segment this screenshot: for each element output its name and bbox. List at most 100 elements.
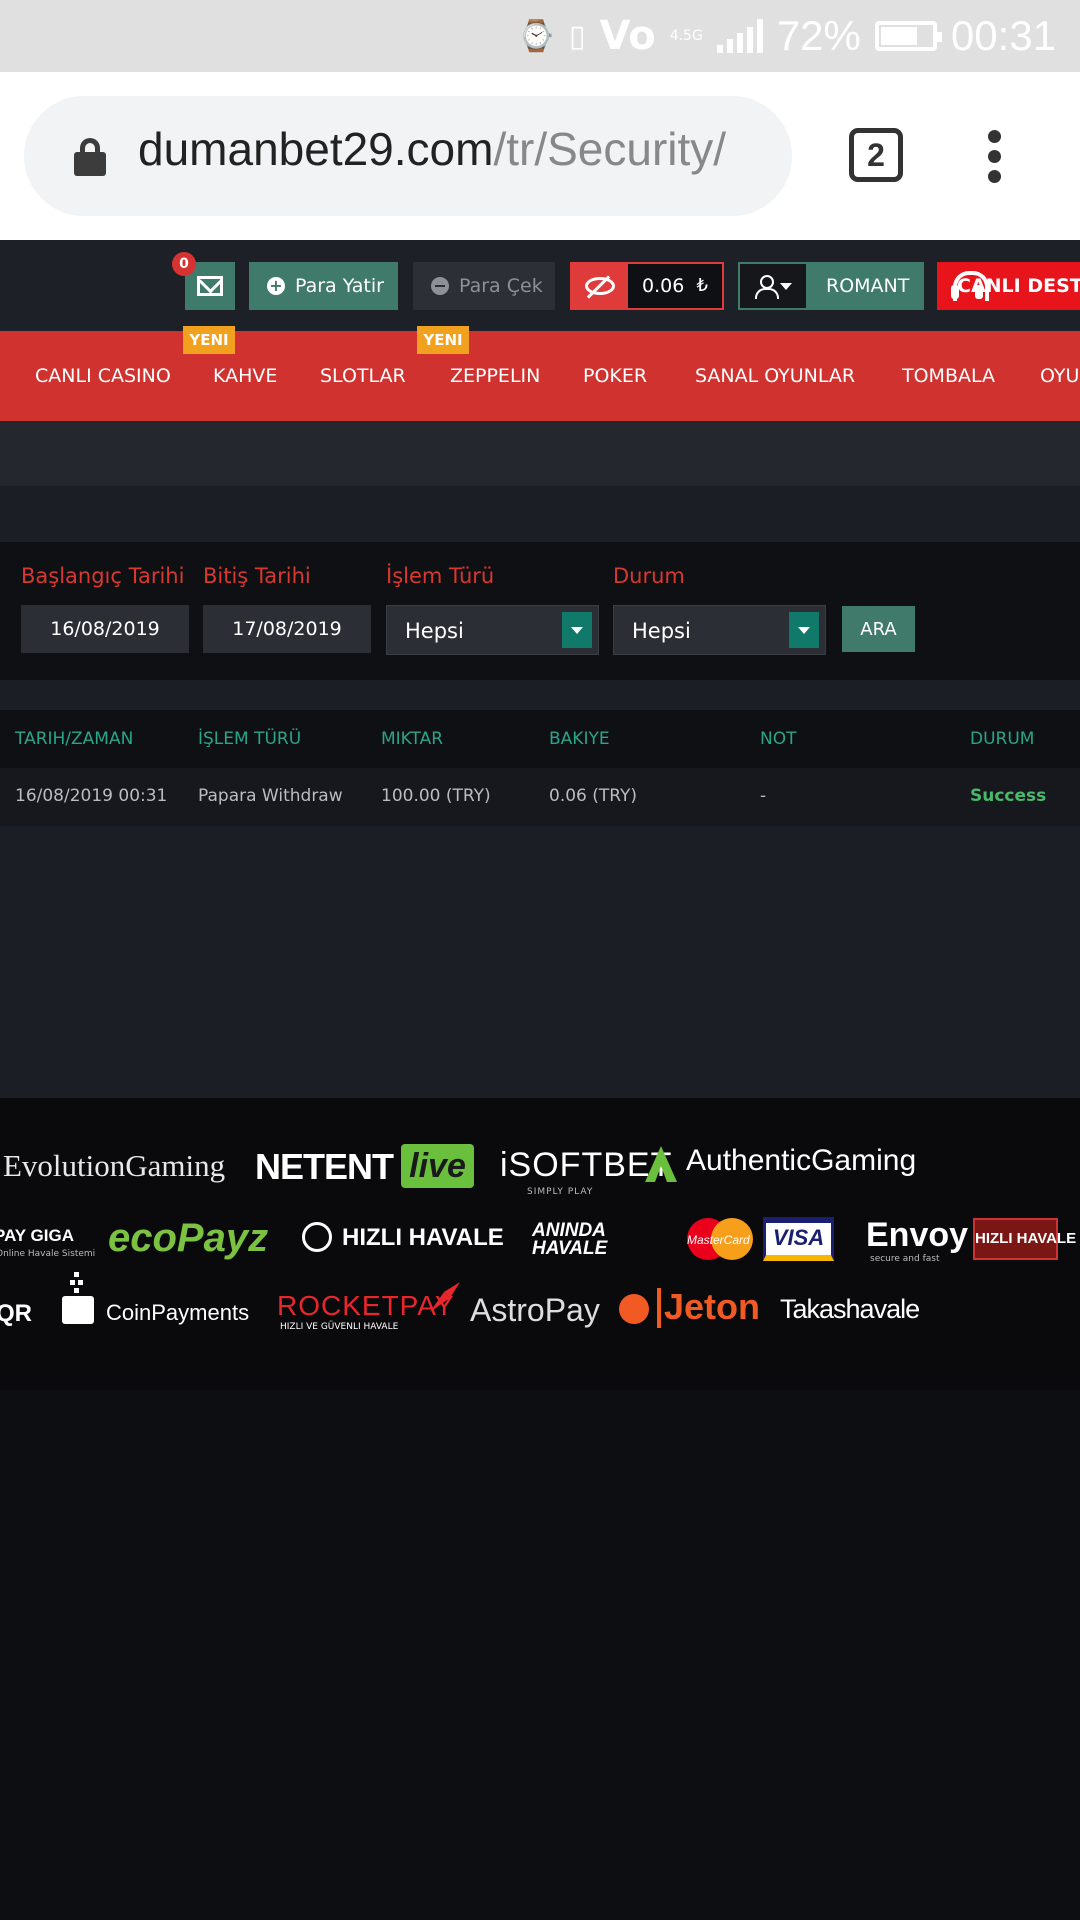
hide-balance-button[interactable]	[572, 264, 628, 308]
page-bottom	[0, 1390, 1080, 1920]
end-date-label: Bitiş Tarihi	[203, 564, 311, 588]
logo-jeton: Jeton	[664, 1286, 761, 1327]
tab-switcher-button[interactable]: 2	[849, 128, 903, 182]
column-header: MIKTAR	[381, 729, 444, 749]
logo-paygiga: PAY GIGA	[0, 1226, 74, 1245]
lock-icon	[74, 138, 106, 176]
withdraw-button[interactable]: Para Çek	[413, 262, 555, 310]
column-header: BAKIYE	[549, 729, 610, 749]
currency-symbol: ₺	[696, 275, 708, 296]
more-menu-icon[interactable]	[988, 130, 1002, 184]
battery-percent: 72%	[776, 12, 861, 59]
type-label: İşlem Türü	[386, 564, 495, 588]
logo-netent-live: live	[401, 1144, 474, 1188]
cell-balance: 0.06 (TRY)	[549, 786, 638, 806]
jeton-divider	[657, 1288, 661, 1328]
content-area	[0, 826, 1080, 1098]
cell-status: Success	[970, 786, 1047, 806]
logo-envoy: Envoy	[866, 1216, 969, 1254]
nav-item-kahve[interactable]: KAHVE	[213, 365, 277, 387]
minus-circle-icon	[431, 277, 449, 295]
search-button[interactable]: ARA	[842, 606, 915, 652]
logo-hizli-havale: HIZLI HAVALE	[342, 1224, 504, 1251]
alarm-icon: ⌚	[517, 18, 555, 54]
status-select-value: Hepsi	[632, 619, 691, 643]
logo-envoy-tagline: secure and fast	[870, 1254, 940, 1264]
globe-icon	[302, 1222, 332, 1252]
url-host: dumanbet29.com	[138, 123, 494, 175]
logo-paygiga-tagline: Online Havale Sistemi	[0, 1249, 96, 1259]
chevron-down-icon	[789, 612, 819, 648]
cell-type: Papara Withdraw	[198, 786, 343, 806]
nav-item-canli-casino[interactable]: CANLI CASINO	[35, 365, 171, 387]
site-header: 0 + Para Yatir Para Çek 0.06 ₺ ROMANT CA…	[0, 240, 1080, 331]
volte-icon: Vo	[599, 13, 656, 59]
address-bar[interactable]: dumanbet29.com/tr/Security/	[24, 96, 792, 216]
spacer-band	[0, 680, 1080, 710]
transaction-filter: Başlangıç Tarihi Bitiş Tarihi İşlem Türü…	[0, 542, 1080, 680]
logo-rocketpay-tagline: HIZLI VE GÜVENLI HAVALE	[280, 1322, 399, 1332]
nav-item-slotlar[interactable]: SLOTLAR	[320, 365, 406, 387]
balance-value: 0.06	[642, 275, 685, 297]
cell-note: -	[760, 786, 767, 806]
logo-takashavale: Takashavale	[780, 1294, 920, 1324]
caret-down-icon	[780, 282, 792, 290]
cell-datetime: 16/08/2019 00:31	[15, 786, 168, 806]
logo-ecopayz: ecoPayz	[108, 1216, 269, 1260]
nav-item-poker[interactable]: POKER	[583, 365, 647, 387]
logo-evolution-gaming: EvolutionGaming	[3, 1148, 226, 1183]
table-row: 16/08/2019 00:31 Papara Withdraw 100.00 …	[0, 768, 1080, 826]
type-select-value: Hepsi	[405, 619, 464, 643]
nav-item-oyunlar[interactable]: OYUNLAR	[1040, 365, 1080, 387]
status-bar: ⌚ ▯ Vo 4.5G 72% 00:31	[0, 0, 1080, 72]
logo-qr: QR	[0, 1300, 32, 1327]
nav-item-sanal-oyunlar[interactable]: SANAL OYUNLAR	[695, 365, 855, 387]
battery-icon	[874, 21, 942, 51]
user-dropdown-toggle[interactable]	[740, 264, 806, 308]
signal-icon	[716, 19, 763, 53]
logo-aninda-havale: ANINDA HAVALE	[532, 1220, 608, 1259]
cell-amount: 100.00 (TRY)	[381, 786, 491, 806]
eye-slash-icon	[585, 277, 615, 295]
withdraw-label: Para Çek	[459, 275, 543, 297]
balance-display: 0.06 ₺	[570, 262, 724, 310]
logo-hizli-havale-badge: HIZLI HAVALE	[973, 1218, 1076, 1260]
type-select[interactable]: Hepsi	[386, 605, 599, 655]
status-label: Durum	[613, 564, 685, 588]
end-date-input[interactable]: 17/08/2019	[203, 605, 371, 653]
browser-toolbar: dumanbet29.com/tr/Security/ 2	[0, 72, 1080, 240]
logo-netent: NETENT	[255, 1146, 394, 1187]
new-badge: YENI	[183, 326, 235, 354]
status-icons: ⌚ ▯ Vo 4.5G 72% 00:31	[518, 8, 1056, 64]
new-badge: YENI	[417, 326, 469, 354]
url-path: /tr/Security/	[493, 123, 727, 175]
clock: 00:31	[950, 12, 1056, 59]
logo-coinpayments: CoinPayments	[106, 1300, 250, 1325]
provider-logos: EvolutionGaming NETENT live iSOFTBET SIM…	[0, 1098, 1080, 1390]
lte-icon: 4.5G	[669, 28, 703, 44]
column-header: TARIH/ZAMAN	[15, 729, 134, 749]
status-select[interactable]: Hepsi	[613, 605, 826, 655]
envelope-icon	[197, 276, 223, 296]
nav-item-zeppelin[interactable]: ZEPPELIN	[450, 365, 540, 387]
jeton-icon	[619, 1294, 649, 1324]
plus-circle-icon: +	[267, 277, 285, 295]
username: ROMANT	[826, 275, 910, 297]
logo-visa: VISA	[763, 1217, 834, 1261]
rocket-icon	[424, 1282, 460, 1318]
logo-isoftbet-tagline: SIMPLY PLAY	[527, 1187, 594, 1197]
deposit-button[interactable]: + Para Yatir	[249, 262, 398, 310]
start-date-input[interactable]: 16/08/2019	[21, 605, 189, 653]
authentic-gaming-a-icon	[645, 1146, 677, 1182]
user-menu[interactable]: ROMANT	[738, 262, 924, 310]
spacer-band	[0, 486, 1080, 542]
live-support-button[interactable]: CANLI DESTEK	[937, 262, 1080, 310]
vibrate-icon: ▯	[568, 18, 586, 54]
coinpayments-wallet-icon	[62, 1272, 94, 1324]
logo-mastercard: MasterCard	[687, 1233, 750, 1247]
column-header: NOT	[760, 729, 797, 749]
user-icon	[754, 275, 779, 299]
sub-nav-band	[0, 421, 1080, 486]
logo-astropay: AstroPay	[470, 1292, 600, 1328]
nav-item-tombala[interactable]: TOMBALA	[902, 365, 995, 387]
